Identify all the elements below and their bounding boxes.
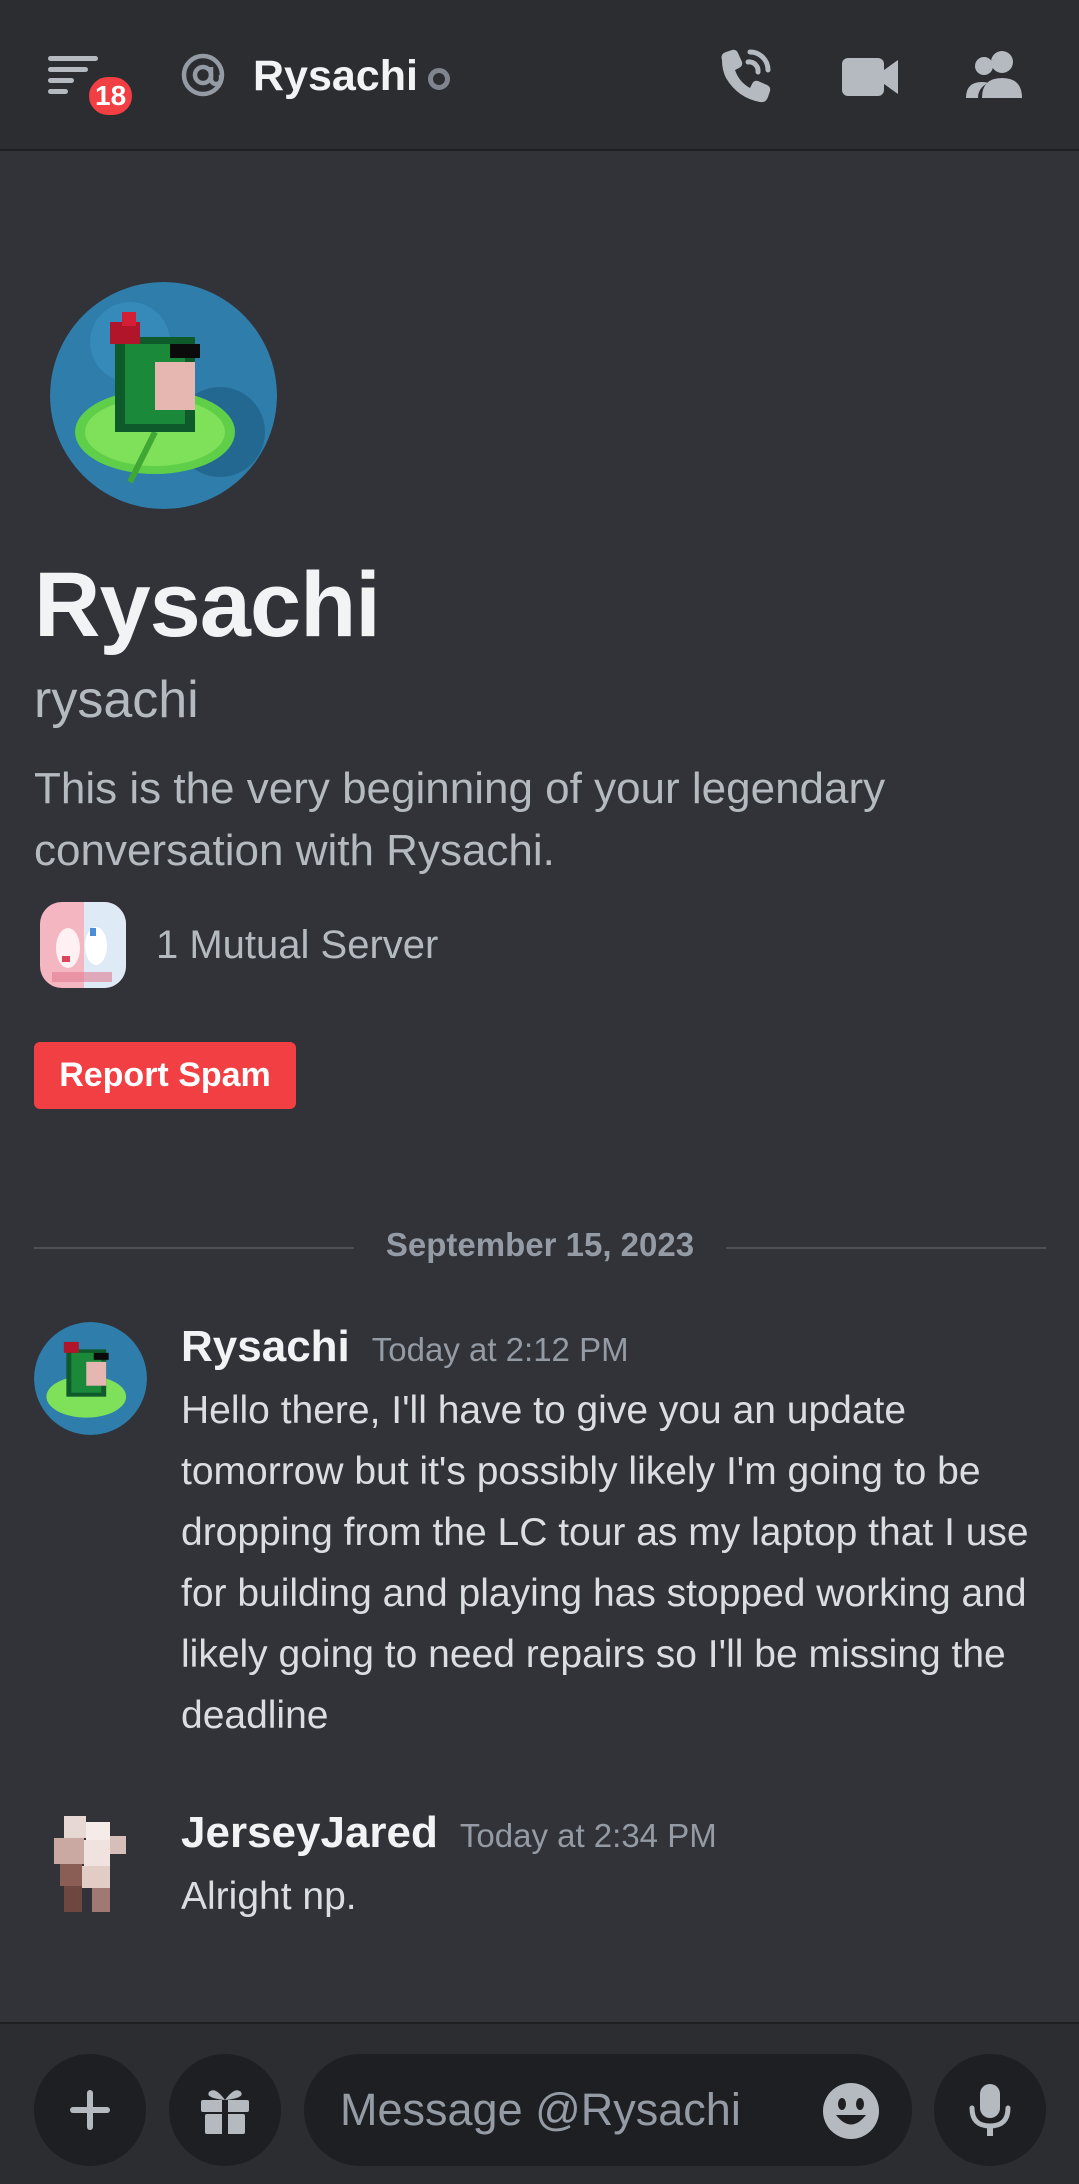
notification-badge: 18	[84, 72, 138, 120]
message[interactable]: Rysachi Today at 2:12 PM Hello there, I'l…	[34, 1322, 1046, 1752]
message-author[interactable]: Rysachi	[181, 1322, 350, 1371]
gift-button[interactable]	[169, 2054, 281, 2166]
microphone-icon	[969, 2084, 1011, 2136]
channel-title[interactable]: Rysachi	[253, 44, 418, 108]
members-button[interactable]	[960, 46, 1030, 106]
conversation-start-text: This is the very beginning of your legen…	[34, 764, 886, 875]
message-input[interactable]	[340, 2054, 800, 2166]
offline-status-icon	[428, 68, 450, 90]
profile-username: rysachi	[34, 671, 199, 729]
dm-screen: 18 Rysachi Rysachi rysachi This is the v…	[0, 0, 1079, 2184]
top-bar: 18 Rysachi	[0, 0, 1079, 151]
divider-line-right	[726, 1247, 1046, 1249]
message-content: Hello there, I'll have to give you an up…	[181, 1389, 1029, 1737]
menu-button[interactable]: 18	[48, 52, 138, 120]
mutual-server-count: 1 Mutual Server	[156, 922, 439, 967]
emoji-button[interactable]	[822, 2082, 880, 2140]
voice-call-button[interactable]	[712, 46, 782, 106]
message-timestamp: Today at 2:12 PM	[371, 1331, 629, 1368]
blocky-avatar-image	[54, 1816, 126, 1912]
message-content: Alright np.	[181, 1875, 357, 1918]
message[interactable]: JerseyJared Today at 2:34 PM Alright np.	[34, 1808, 1046, 1938]
mutual-servers[interactable]: 1 Mutual Server	[40, 902, 438, 988]
attach-button[interactable]	[34, 2054, 146, 2166]
video-call-button[interactable]	[836, 46, 906, 106]
frog-avatar-image	[34, 1322, 147, 1435]
emoji-icon	[823, 2083, 879, 2139]
message-header: Rysachi Today at 2:12 PM	[181, 1322, 629, 1372]
author-avatar[interactable]	[34, 1808, 147, 1921]
message-timestamp: Today at 2:34 PM	[459, 1817, 717, 1854]
server-icon	[40, 902, 126, 988]
at-icon	[181, 53, 225, 97]
members-icon	[966, 51, 1022, 98]
plus-icon	[70, 2090, 110, 2130]
phone-call-icon	[721, 49, 771, 103]
message-input-container	[304, 2054, 912, 2166]
message-author[interactable]: JerseyJared	[181, 1808, 438, 1857]
message-header: JerseyJared Today at 2:34 PM	[181, 1808, 717, 1858]
frog-avatar-image	[50, 282, 277, 509]
date-divider: September 15, 2023	[34, 1220, 1046, 1280]
video-camera-icon	[842, 58, 898, 96]
message-composer	[0, 2022, 1079, 2184]
report-spam-button[interactable]: Report Spam	[34, 1042, 296, 1109]
voice-message-button[interactable]	[934, 2054, 1046, 2166]
divider-date: September 15, 2023	[385, 1226, 695, 1263]
profile-display-name: Rysachi	[34, 554, 381, 656]
author-avatar[interactable]	[34, 1322, 147, 1435]
gift-icon	[201, 2090, 249, 2134]
profile-avatar[interactable]	[50, 282, 277, 509]
